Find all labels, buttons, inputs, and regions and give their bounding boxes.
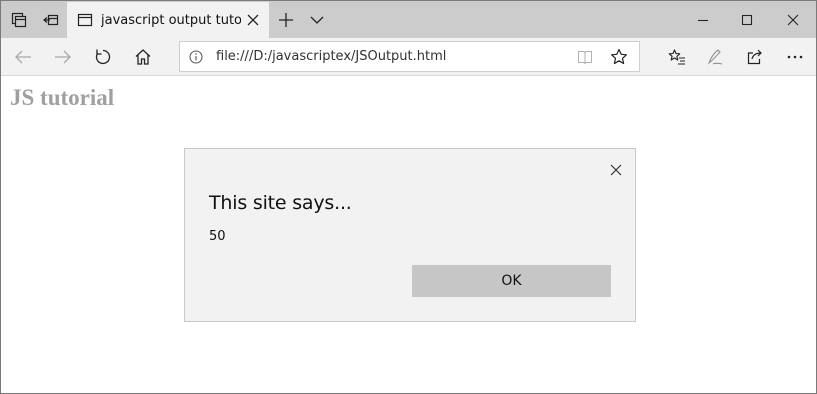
back-icon[interactable]	[5, 38, 41, 76]
url-text: file:///D:/javascriptex/JSOutput.html	[216, 49, 447, 64]
tab-title: javascript output tutoria	[101, 12, 241, 28]
dialog-message: 50	[209, 229, 226, 244]
tab-strip: javascript output tutoria	[1, 1, 816, 38]
set-aside-tabs-icon[interactable]	[41, 1, 61, 38]
minimize-icon[interactable]	[681, 1, 725, 38]
window-close-icon[interactable]	[771, 1, 815, 38]
maximize-icon[interactable]	[725, 1, 769, 38]
pen-icon[interactable]	[697, 38, 733, 76]
forward-icon[interactable]	[45, 38, 81, 76]
alert-dialog: This site says... 50 OK	[184, 148, 636, 322]
star-icon[interactable]	[610, 48, 628, 66]
page-viewport: JS tutorial This site says... 50 OK	[1, 77, 816, 393]
address-bar[interactable]: file:///D:/javascriptex/JSOutput.html	[179, 41, 640, 72]
new-tab-icon[interactable]	[275, 1, 297, 38]
browser-window: javascript output tutoria	[0, 0, 817, 394]
favorites-icon[interactable]	[659, 38, 695, 76]
refresh-icon[interactable]	[85, 38, 121, 76]
chevron-down-icon[interactable]	[307, 1, 327, 38]
tab-active[interactable]: javascript output tutoria	[67, 2, 269, 38]
info-icon[interactable]	[189, 50, 203, 64]
share-icon[interactable]	[737, 38, 773, 76]
ok-button[interactable]: OK	[412, 265, 611, 297]
page-icon	[77, 13, 93, 27]
reading-view-icon[interactable]	[577, 49, 593, 65]
dialog-close-icon[interactable]	[609, 163, 623, 177]
page-heading: JS tutorial	[10, 85, 115, 110]
tab-close-icon[interactable]	[245, 12, 261, 28]
dialog-title: This site says...	[209, 192, 352, 214]
navigation-bar: file:///D:/javascriptex/JSOutput.html	[1, 38, 816, 76]
more-options-icon[interactable]	[777, 38, 813, 76]
tab-manager-icon[interactable]	[9, 1, 29, 38]
home-icon[interactable]	[125, 38, 161, 76]
